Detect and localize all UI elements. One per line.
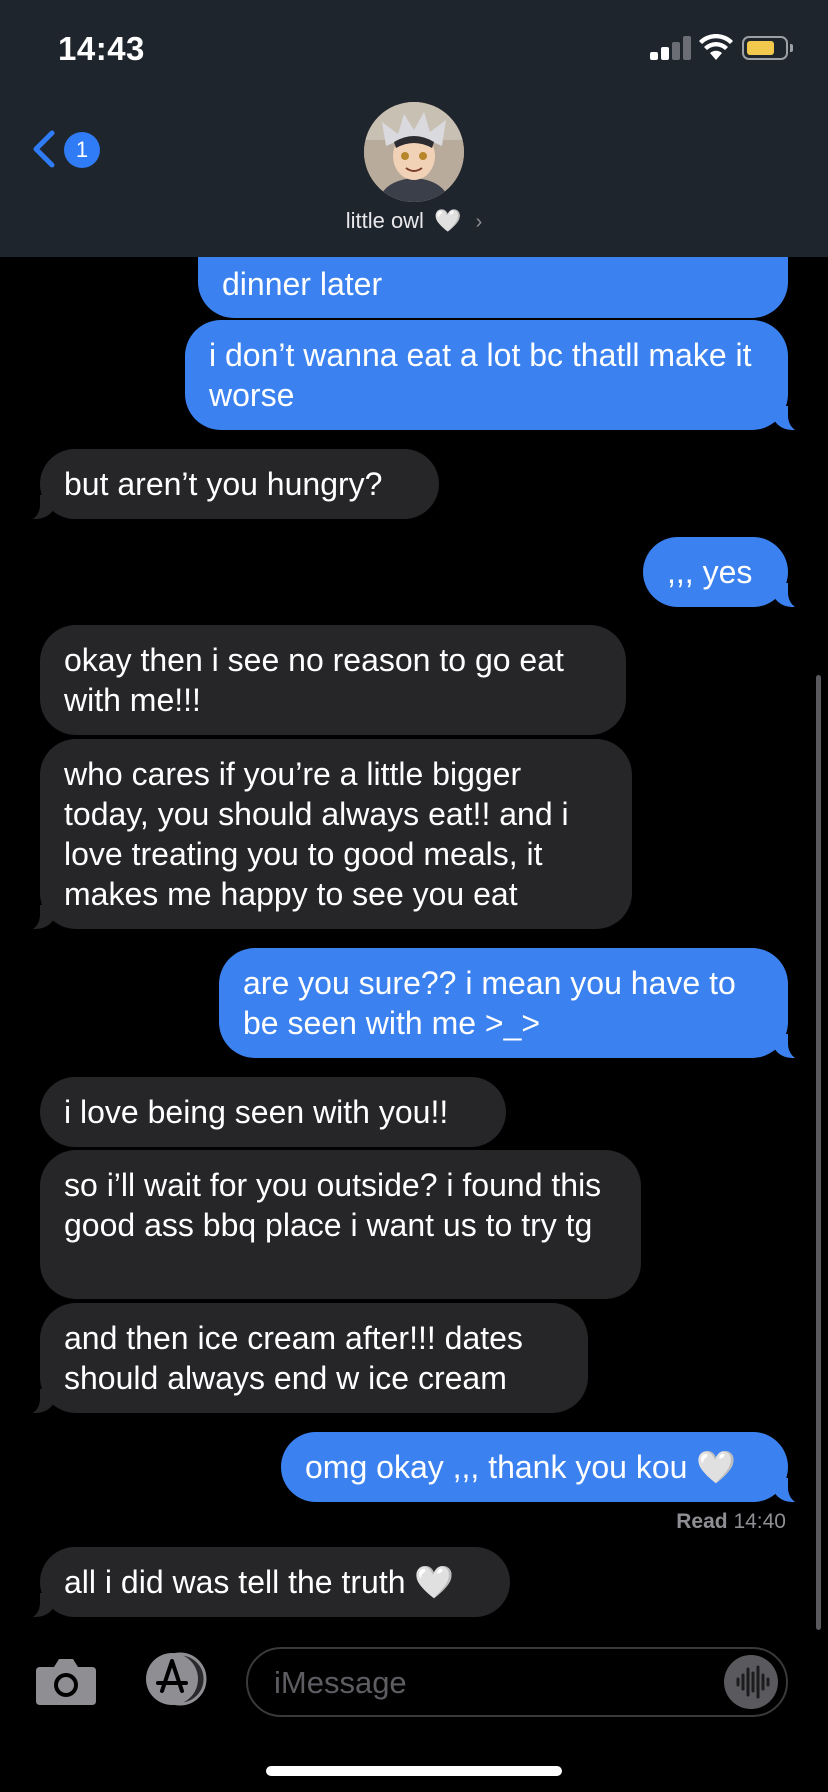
message-text: who cares if you’re a little bigger toda… (64, 756, 569, 912)
avatar-image (364, 102, 464, 202)
message-bubble-received[interactable]: and then ice cream after!!! dates should… (18, 1303, 588, 1415)
message-text: all i did was tell the truth 🤍 (64, 1564, 455, 1600)
read-time: 14:40 (733, 1510, 786, 1533)
message-text: ,,, yes (667, 554, 753, 590)
message-bubble-sent[interactable]: are you sure?? i mean you have to be see… (219, 948, 810, 1060)
message-bubble-sent[interactable]: ,,, yes (643, 537, 810, 609)
camera-icon[interactable] (34, 1655, 98, 1707)
heart-emoji: 🤍 (434, 208, 462, 233)
scrollbar[interactable] (816, 675, 821, 1630)
battery-icon (742, 36, 793, 60)
message-bubble-received[interactable]: all i did was tell the truth 🤍 (18, 1547, 510, 1619)
message-bubble-sent[interactable]: i don’t wanna eat a lot bc thatll make i… (185, 320, 810, 432)
message-text: but aren’t you hungry? (64, 466, 383, 502)
signal-icon (650, 36, 692, 60)
message-text: so i’ll wait for you outside? i found th… (64, 1167, 602, 1243)
wifi-icon (699, 34, 733, 60)
message-bubble-received[interactable]: so i’ll wait for you outside? i found th… (40, 1150, 641, 1299)
contact-name: little owl (345, 208, 424, 233)
audio-waveform-icon (736, 1665, 770, 1699)
message-text: i don’t wanna eat a lot bc thatll make i… (209, 337, 752, 413)
unread-count-badge: 1 (64, 132, 100, 168)
message-bubble-sent[interactable]: omg okay ,,, thank you kou 🤍 (281, 1432, 810, 1504)
message-text: okay then i see no reason to go eat with… (64, 642, 564, 718)
chevron-right-icon: › (475, 211, 483, 233)
message-text: i love being seen with you!! (64, 1094, 449, 1130)
contact-avatar[interactable] (364, 102, 464, 202)
home-indicator[interactable] (266, 1766, 562, 1776)
status-time: 14:43 (58, 30, 145, 67)
read-label: Read (676, 1510, 728, 1533)
app-store-icon[interactable] (140, 1651, 212, 1707)
message-text: dinner later (222, 266, 383, 302)
message-input[interactable]: iMessage (246, 1647, 788, 1717)
back-chevron-icon (33, 130, 55, 168)
message-bubble-received[interactable]: i love being seen with you!! (40, 1077, 506, 1147)
contact-name-button[interactable]: little owl 🤍 › (0, 208, 828, 234)
message-input-placeholder: iMessage (274, 1665, 407, 1700)
message-text: and then ice cream after!!! dates should… (64, 1320, 523, 1396)
message-bubble-received[interactable]: who cares if you’re a little bigger toda… (18, 739, 632, 931)
message-text: are you sure?? i mean you have to be see… (243, 965, 736, 1041)
audio-message-button[interactable] (724, 1655, 778, 1709)
read-receipt: Read 14:40 (676, 1510, 786, 1534)
back-button[interactable]: 1 (30, 125, 100, 175)
message-bubble-received[interactable]: but aren’t you hungry? (18, 449, 439, 521)
message-text: omg okay ,,, thank you kou 🤍 (305, 1449, 737, 1485)
conversation-header: 14:43 1 little owl 🤍 › (0, 0, 828, 257)
message-bubble-received[interactable]: okay then i see no reason to go eat with… (40, 625, 626, 735)
